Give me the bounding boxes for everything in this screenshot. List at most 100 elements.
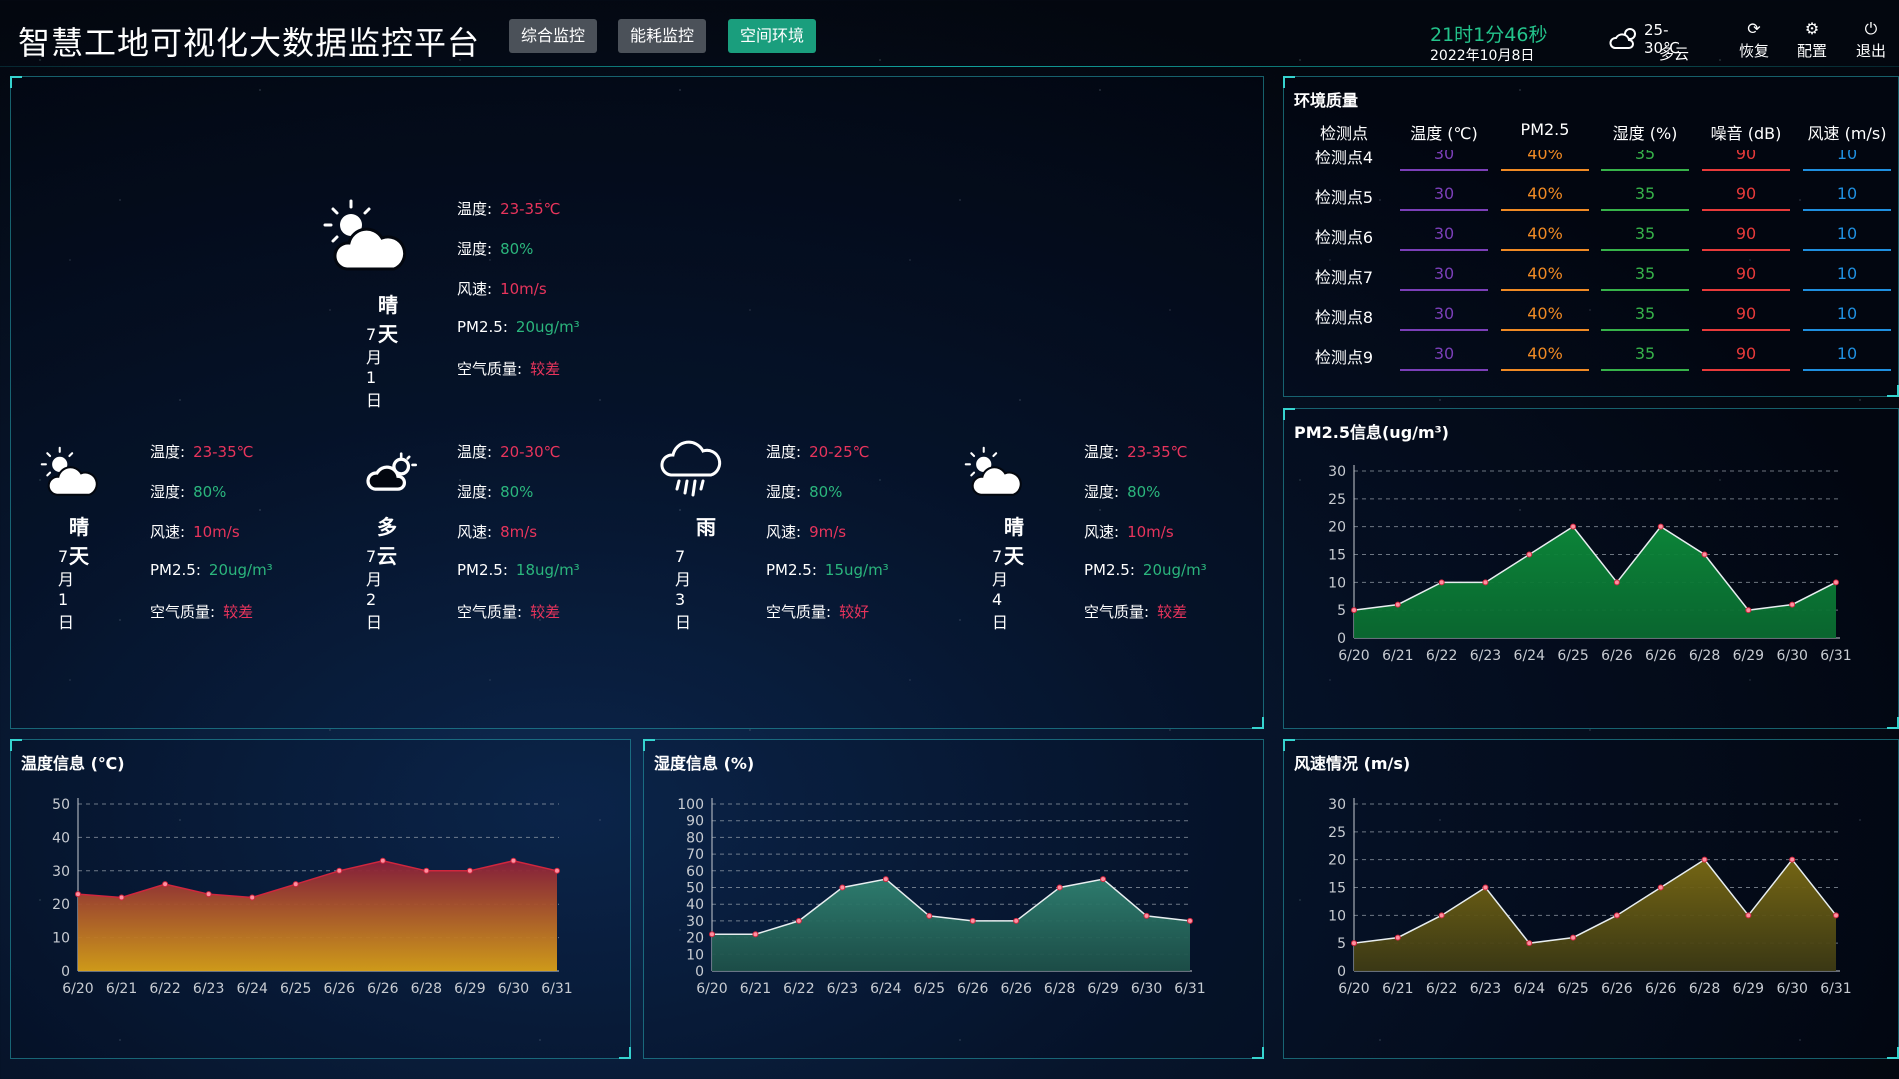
x-tick-label: 6/25 (914, 981, 945, 997)
table-cell: 10 (1836, 344, 1858, 363)
y-tick-label: 20 (686, 931, 704, 947)
table-cell-underline (1702, 369, 1790, 371)
table-cell-underline (1601, 329, 1689, 331)
sun-cloud-icon (964, 446, 1022, 496)
cloud-sun-icon (366, 452, 418, 491)
data-point (1482, 884, 1489, 891)
y-tick-label: 10 (1328, 575, 1346, 591)
forecast-day-weather: 雨 (696, 515, 716, 539)
y-tick-label: 0 (61, 964, 70, 980)
data-point (554, 867, 560, 874)
x-tick-label: 6/30 (1776, 981, 1807, 997)
table-cell-underline (1501, 169, 1589, 171)
x-tick-label: 6/26 (1645, 981, 1677, 997)
x-tick-label: 6/22 (149, 981, 180, 997)
table-cell-underline (1702, 249, 1790, 251)
data-point (1657, 884, 1664, 891)
y-tick-label: 40 (686, 897, 704, 913)
y-tick-label: 10 (1328, 908, 1346, 924)
x-tick-label: 6/24 (870, 981, 902, 997)
restore-button[interactable]: ⟳ 恢复 (1734, 18, 1774, 61)
table-cell: 10 (1836, 150, 1858, 163)
x-tick-label: 6/23 (193, 981, 224, 997)
tab-comprehensive-monitor[interactable]: 综合监控 (509, 19, 598, 53)
data-point (1833, 579, 1839, 586)
temperature-chart: 0 10 20 30 40 50 6/20 6/21 6/22 6/23 6/24 6/25 6/26 6… (52, 797, 573, 997)
forecast-temp-row: 温度: 23-35℃ (1084, 443, 1188, 461)
table-cell-underline (1501, 209, 1589, 211)
data-point (423, 867, 430, 874)
refresh-icon: ⟳ (1747, 19, 1761, 38)
table-cell: 30 (1433, 304, 1455, 323)
x-tick-label: 6/31 (541, 981, 572, 997)
tab-space-environment[interactable]: 空间环境 (728, 19, 817, 53)
table-cell: 40% (1527, 344, 1563, 363)
y-tick-label: 0 (1337, 964, 1346, 980)
forecast-wind-row: 风速: 10m/s (1084, 523, 1174, 541)
table-cell: 90 (1735, 150, 1757, 163)
x-tick-label: 6/29 (1733, 981, 1764, 997)
data-point (1526, 940, 1533, 947)
y-tick-label: 50 (52, 797, 70, 813)
data-point (1056, 884, 1063, 891)
data-point (205, 891, 212, 898)
data-point (882, 876, 889, 883)
x-tick-label: 6/20 (62, 981, 93, 997)
table-row-label: 检测点8 (1314, 308, 1374, 327)
x-tick-label: 6/31 (1174, 981, 1205, 997)
data-point (75, 891, 81, 898)
x-tick-label: 6/28 (1044, 981, 1075, 997)
forecast-pm25-row: PM2.5: 20ug/m³ (150, 561, 273, 579)
env-quality-table: 检测点 温度 (℃) PM2.5 湿度 (%) 噪音 (dB) 风速 (m/s) 检测点4 3… (1284, 77, 1899, 398)
data-point (1394, 601, 1401, 608)
table-cell: 35 (1634, 304, 1656, 323)
header-divider (0, 66, 1899, 67)
table-cell-underline (1803, 329, 1891, 331)
table-header-cell: 湿度 (%) (1612, 124, 1678, 143)
table-header-cell: 噪音 (dB) (1710, 124, 1782, 143)
x-tick-label: 6/26 (1000, 981, 1032, 997)
data-point (249, 894, 256, 901)
table-row-label: 检测点7 (1314, 268, 1374, 287)
data-point (1701, 856, 1708, 863)
gear-icon: ⚙ (1804, 19, 1820, 38)
table-cell-underline (1803, 249, 1891, 251)
cloud-sun-icon (1609, 25, 1641, 55)
table-header-cell: PM2.5 (1520, 120, 1570, 139)
x-tick-label: 6/21 (1382, 981, 1413, 997)
x-tick-label: 6/22 (1426, 648, 1457, 664)
logout-label: 退出 (1855, 42, 1886, 60)
data-point (969, 917, 976, 924)
table-cell: 90 (1735, 344, 1757, 363)
y-tick-label: 25 (1328, 492, 1346, 508)
restore-label: 恢复 (1738, 42, 1769, 60)
table-header-cell: 风速 (m/s) (1807, 124, 1887, 143)
table-row-label: 检测点6 (1314, 228, 1374, 247)
x-tick-label: 6/21 (1382, 648, 1413, 664)
forecast-wind-row: 风速: 8m/s (457, 523, 538, 541)
data-point (795, 917, 802, 924)
logout-button[interactable]: ⏻ 退出 (1851, 18, 1891, 61)
x-tick-label: 6/23 (1470, 981, 1501, 997)
forecast-aq-row: 空气质量: 较好 (766, 603, 870, 621)
data-point (1438, 579, 1445, 586)
table-cell-underline (1400, 369, 1488, 371)
data-point (118, 894, 125, 901)
y-tick-label: 25 (1328, 825, 1346, 841)
x-tick-label: 6/29 (454, 981, 485, 997)
forecast-day-date: 7月4日 (992, 547, 1009, 632)
data-point (1013, 917, 1020, 924)
table-cell-underline (1803, 209, 1891, 211)
x-tick-label: 6/26 (1601, 981, 1633, 997)
x-tick-label: 6/20 (696, 981, 727, 997)
config-button[interactable]: ⚙ 配置 (1792, 18, 1832, 61)
table-cell-underline (1501, 249, 1589, 251)
tab-energy-monitor[interactable]: 能耗监控 (618, 19, 707, 53)
table-cell-underline (1400, 169, 1488, 171)
forecast-wind-row: 风速: 10m/s (150, 523, 240, 541)
y-tick-label: 20 (1328, 520, 1346, 536)
table-cell-underline (1601, 169, 1689, 171)
x-tick-label: 6/29 (1733, 648, 1764, 664)
x-tick-label: 6/31 (1820, 648, 1851, 664)
y-tick-label: 30 (686, 914, 704, 930)
